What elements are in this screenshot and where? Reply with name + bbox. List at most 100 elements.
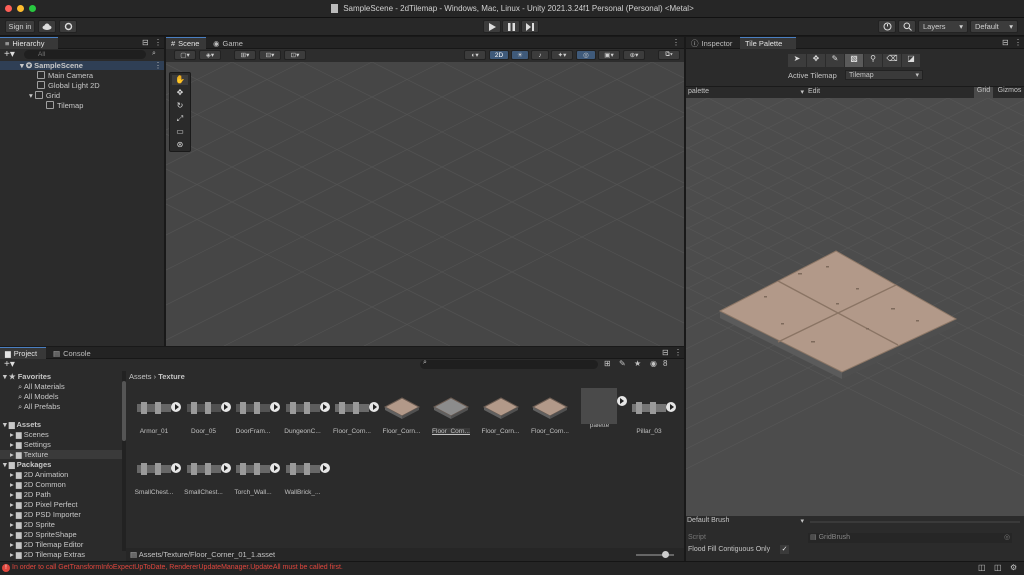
move-tool[interactable]: ✥ [807, 54, 825, 67]
more-icon[interactable]: ⋮ [154, 38, 162, 47]
2d-toggle[interactable]: 2D [489, 50, 509, 60]
close-window-button[interactable] [5, 5, 12, 12]
tree-item[interactable]: ▸ ▆ 2D PSD Importer [0, 510, 122, 519]
snap-dropdown[interactable]: ⊞▾ [234, 50, 256, 60]
tree-item[interactable]: ▸ ▆ 2D Common [0, 480, 122, 489]
tree-item[interactable]: ▸ ▆ 2D SpriteShape [0, 530, 122, 539]
cloud-button[interactable] [38, 20, 56, 33]
expand-play-icon[interactable] [666, 402, 676, 412]
palette-canvas[interactable] [686, 98, 1024, 516]
scene-viewport[interactable]: ✋ ✥ ↻ ⤢ ▭ ⊛ [166, 62, 684, 346]
expand-play-icon[interactable] [171, 402, 181, 412]
asset-item[interactable]: Floor_Corn... [329, 394, 379, 435]
breadcrumb-root[interactable]: Assets [129, 372, 152, 381]
zoom-window-button[interactable] [29, 5, 36, 12]
overlay-dropdown[interactable]: ⧉▾ [658, 50, 680, 60]
tab-console[interactable]: ▤ Console [48, 347, 96, 359]
tree-item[interactable]: ▸ ▆ 2D Path [0, 490, 122, 499]
grid-snap-dropdown[interactable]: ⊟▾ [259, 50, 281, 60]
select-tool[interactable]: ➤ [788, 54, 806, 67]
asset-item[interactable]: Floor_Corn... [478, 394, 524, 435]
asset-item[interactable]: Torch_Wall... [230, 455, 280, 496]
play-button[interactable] [483, 20, 501, 33]
tree-item-samplescene[interactable]: ▾ ✪ SampleScene [20, 61, 83, 70]
move-tool[interactable]: ✥ [172, 88, 188, 98]
tree-header-packages[interactable]: ▾ ▆ Packages [3, 460, 51, 469]
expand-play-icon[interactable] [270, 402, 280, 412]
asset-item[interactable]: WallBrick_... [280, 455, 330, 496]
tab-project[interactable]: ▆ Project [0, 347, 46, 359]
progress-icon[interactable]: ◫ [994, 563, 1002, 572]
step-button[interactable] [521, 20, 539, 33]
tree-item[interactable]: ▸ ▆ Settings [0, 440, 122, 449]
tree-item[interactable]: ▸ ▆ Scenes [0, 430, 122, 439]
pause-button[interactable] [502, 20, 520, 33]
history-button[interactable] [878, 20, 896, 33]
more-icon[interactable]: ⋮ [154, 61, 162, 70]
tab-tile-palette[interactable]: Tile Palette [740, 37, 796, 49]
expand-play-icon[interactable] [369, 402, 379, 412]
tree-item[interactable]: ▸ ▆ 2D Tilemap Editor [0, 540, 122, 549]
asset-item[interactable]: SmallChest... [131, 455, 181, 496]
favorite-icon[interactable]: ★ [634, 359, 641, 368]
shading-dropdown[interactable]: ◐▾ [464, 50, 486, 60]
expand-play-icon[interactable] [616, 396, 627, 406]
collab-button[interactable] [59, 20, 77, 33]
active-tilemap-dropdown[interactable]: Tilemap ▾ [845, 70, 923, 80]
layers-dropdown[interactable]: Layers ▾ [918, 20, 968, 33]
eraser-tool[interactable]: ⌫ [883, 54, 901, 67]
tree-item[interactable]: ⌕ All Materials [0, 382, 122, 392]
tree-item-grid[interactable]: ▾ Grid [29, 91, 60, 100]
increment-dropdown[interactable]: ⊡▾ [284, 50, 306, 60]
tree-header-favorites[interactable]: ▾ ★ Favorites [3, 372, 51, 381]
lock-icon[interactable]: ⊟ [1002, 38, 1009, 47]
expand-play-icon[interactable] [220, 463, 231, 473]
type-filter-icon[interactable]: ⊞ [604, 359, 611, 368]
add-icon[interactable]: +▾ [4, 359, 15, 370]
effects-dropdown[interactable]: ✦▾ [551, 50, 573, 60]
palette-dropdown[interactable]: palette ▾ [686, 88, 806, 98]
expand-play-icon[interactable] [270, 463, 280, 473]
lock-icon[interactable]: ⊟ [662, 348, 669, 357]
asset-item[interactable]: Door_05 [181, 394, 231, 435]
tree-item[interactable]: ▸ ▆ 2D Tilemap Extras [0, 550, 122, 559]
fill-tool[interactable]: ◪ [902, 54, 920, 67]
asset-item[interactable]: Floor_Corn... [527, 394, 573, 435]
asset-item[interactable]: DoorFram... [230, 394, 280, 435]
expand-play-icon[interactable] [220, 402, 231, 412]
tree-item-global-light[interactable]: Global Light 2D [37, 81, 100, 90]
breadcrumb-leaf[interactable]: Texture [158, 372, 185, 381]
layout-dropdown[interactable]: Default ▾ [970, 20, 1018, 33]
gizmos-toggle[interactable]: Gizmos [995, 87, 1024, 98]
tree-item[interactable]: ▸ ▆ 2D Animation [0, 470, 122, 479]
audio-toggle[interactable]: ♪ [531, 50, 549, 60]
more-icon[interactable]: ⋮ [672, 38, 680, 47]
tab-inspector[interactable]: ⓘ Inspector [686, 37, 738, 49]
gizmos-dropdown[interactable]: ⊕▾ [623, 50, 645, 60]
flood-fill-checkbox[interactable]: ✓ [780, 545, 789, 554]
tab-scene[interactable]: # Scene [166, 37, 206, 49]
asset-item[interactable]: palette [577, 388, 627, 429]
pivot-dropdown[interactable]: ◈▾ [199, 50, 221, 60]
tree-header-assets[interactable]: ▾ ▆ Assets [3, 420, 41, 429]
asset-item[interactable]: DungeonC... [280, 394, 330, 435]
expand-play-icon[interactable] [171, 463, 181, 473]
tree-item[interactable]: ⌕ All Models [0, 392, 122, 402]
camera-dropdown[interactable]: ▣▾ [598, 50, 620, 60]
add-icon[interactable]: +▾ [4, 49, 15, 60]
lock-icon[interactable]: ⊟ [142, 38, 149, 47]
box-fill-tool[interactable]: ▧ [845, 54, 863, 67]
asset-item[interactable]: Floor_Corn... [379, 394, 425, 435]
hidden-objects-toggle[interactable]: ◎ [576, 50, 596, 60]
asset-item[interactable]: SmallChest... [181, 455, 231, 496]
expand-play-icon[interactable] [319, 402, 330, 412]
label-filter-icon[interactable]: ✎ [619, 359, 626, 368]
error-icon[interactable]: ! [2, 564, 10, 572]
tree-item[interactable]: ▸ ▆ Texture [0, 450, 122, 459]
tree-item[interactable]: ▸ ▆ 2D Pixel Perfect [0, 500, 122, 509]
edit-button[interactable]: Edit [808, 88, 838, 98]
zoom-slider-thumb[interactable] [662, 551, 669, 558]
tree-item-main-camera[interactable]: Main Camera [37, 71, 93, 80]
rect-tool[interactable]: ▭ [172, 127, 188, 137]
tree-item[interactable]: ▸ ▆ 2D Sprite [0, 520, 122, 529]
